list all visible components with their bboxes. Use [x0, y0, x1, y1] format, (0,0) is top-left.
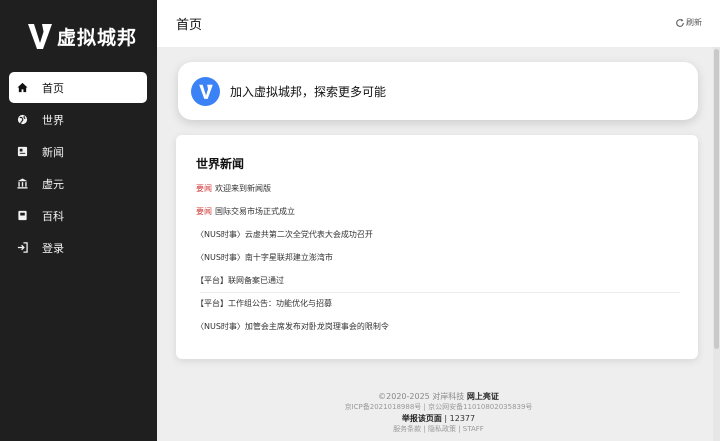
copyright: ©2020-2025 对岸科技 — [378, 392, 465, 401]
brand-name: 虚拟城邦 — [57, 26, 138, 49]
sidebar-item-world[interactable]: 世界 — [9, 104, 147, 135]
report-count: | 12377 — [444, 414, 476, 423]
news-headline: 〈NUS时事〉南十字星联邦建立澎湾市 — [196, 253, 333, 262]
sidebar-item-label: 首页 — [42, 81, 64, 95]
sidebar: 虚拟城邦 首页 世界 新闻 虚元 百科 登录 — [0, 0, 157, 441]
sidebar-item-wiki[interactable]: 百科 — [9, 200, 147, 231]
news-headline: 〈NUS时事〉云虚共第二次全党代表大会成功召开 — [196, 230, 373, 239]
sidebar-item-home[interactable]: 首页 — [9, 72, 147, 103]
page-footer: ©2020-2025 对岸科技 网上亮证 京ICP备2021018988号 | … — [157, 391, 720, 435]
news-headline: 欢迎来到新闻版 — [215, 184, 271, 193]
brand-avatar — [191, 76, 220, 106]
news-tag: 要闻 — [196, 207, 212, 216]
world-news-card: 世界新闻 要闻 欢迎来到新闻版 要闻 国际交易市场正式成立 〈NUS时事〉云虚共… — [176, 135, 698, 359]
bank-icon — [17, 178, 28, 189]
refresh-icon — [676, 18, 684, 27]
brand-logo[interactable]: 虚拟城邦 — [27, 20, 137, 52]
page-title: 首页 — [176, 18, 203, 33]
news-item[interactable]: 要闻 欢迎来到新闻版 — [196, 182, 682, 205]
book-icon — [17, 210, 28, 221]
sidebar-nav: 首页 世界 新闻 虚元 百科 登录 — [9, 72, 147, 264]
footer-copyright-line: ©2020-2025 对岸科技 网上亮证 — [157, 391, 720, 402]
report-page-link[interactable]: 举报该页面 — [402, 414, 442, 423]
icp-record[interactable]: 京ICP备2021018988号 | 京公网安备11010802035839号 — [157, 402, 720, 413]
globe-icon — [17, 114, 28, 125]
news-headline: 国际交易市场正式成立 — [215, 207, 295, 216]
news-item[interactable]: 〈NUS时事〉加管会主席发布对卧龙岗理事会的限制令 — [196, 320, 682, 343]
news-headline: 〈NUS时事〉加管会主席发布对卧龙岗理事会的限制令 — [196, 322, 389, 331]
news-section-title: 世界新闻 — [196, 157, 245, 171]
sidebar-item-label: 虚元 — [42, 177, 64, 191]
logo-icon — [28, 24, 52, 49]
logo-icon — [198, 84, 213, 99]
news-headline: 【平台】工作组公告：功能优化与招募 — [196, 299, 332, 308]
newspaper-icon — [17, 146, 28, 157]
refresh-button[interactable]: 刷新 — [675, 17, 702, 28]
sidebar-item-label: 新闻 — [42, 145, 64, 159]
join-banner[interactable]: 加入虚拟城邦，探索更多可能 — [178, 62, 698, 120]
news-item[interactable]: 【平台】工作组公告：功能优化与招募 — [196, 297, 682, 320]
news-headline: 【平台】联网备案已通过 — [196, 276, 284, 285]
scrollbar-thumb[interactable] — [714, 49, 719, 349]
top-header: 首页 刷新 — [157, 0, 720, 47]
news-item[interactable]: 〈NUS时事〉南十字星联邦建立澎湾市 — [196, 251, 682, 274]
join-text: 加入虚拟城邦，探索更多可能 — [230, 84, 387, 99]
news-divider — [200, 292, 680, 293]
certified-link[interactable]: 网上亮证 — [467, 392, 499, 401]
sidebar-item-label: 登录 — [42, 241, 64, 255]
news-tag: 要闻 — [196, 184, 212, 193]
news-item[interactable]: 【平台】联网备案已通过 — [196, 274, 682, 297]
sidebar-item-xuyuan[interactable]: 虚元 — [9, 168, 147, 199]
news-list: 要闻 欢迎来到新闻版 要闻 国际交易市场正式成立 〈NUS时事〉云虚共第二次全党… — [196, 182, 682, 343]
login-icon — [17, 242, 28, 253]
sidebar-item-label: 世界 — [42, 113, 64, 127]
sidebar-item-label: 百科 — [42, 209, 64, 223]
news-item[interactable]: 〈NUS时事〉云虚共第二次全党代表大会成功召开 — [196, 228, 682, 251]
news-item[interactable]: 要闻 国际交易市场正式成立 — [196, 205, 682, 228]
home-icon — [17, 82, 28, 93]
refresh-label: 刷新 — [686, 18, 702, 27]
sidebar-item-login[interactable]: 登录 — [9, 232, 147, 263]
sidebar-item-news[interactable]: 新闻 — [9, 136, 147, 167]
report-line: 举报该页面 | 12377 — [157, 413, 720, 424]
footer-links[interactable]: 服务条款 | 隐私政策 | STAFF — [157, 424, 720, 435]
